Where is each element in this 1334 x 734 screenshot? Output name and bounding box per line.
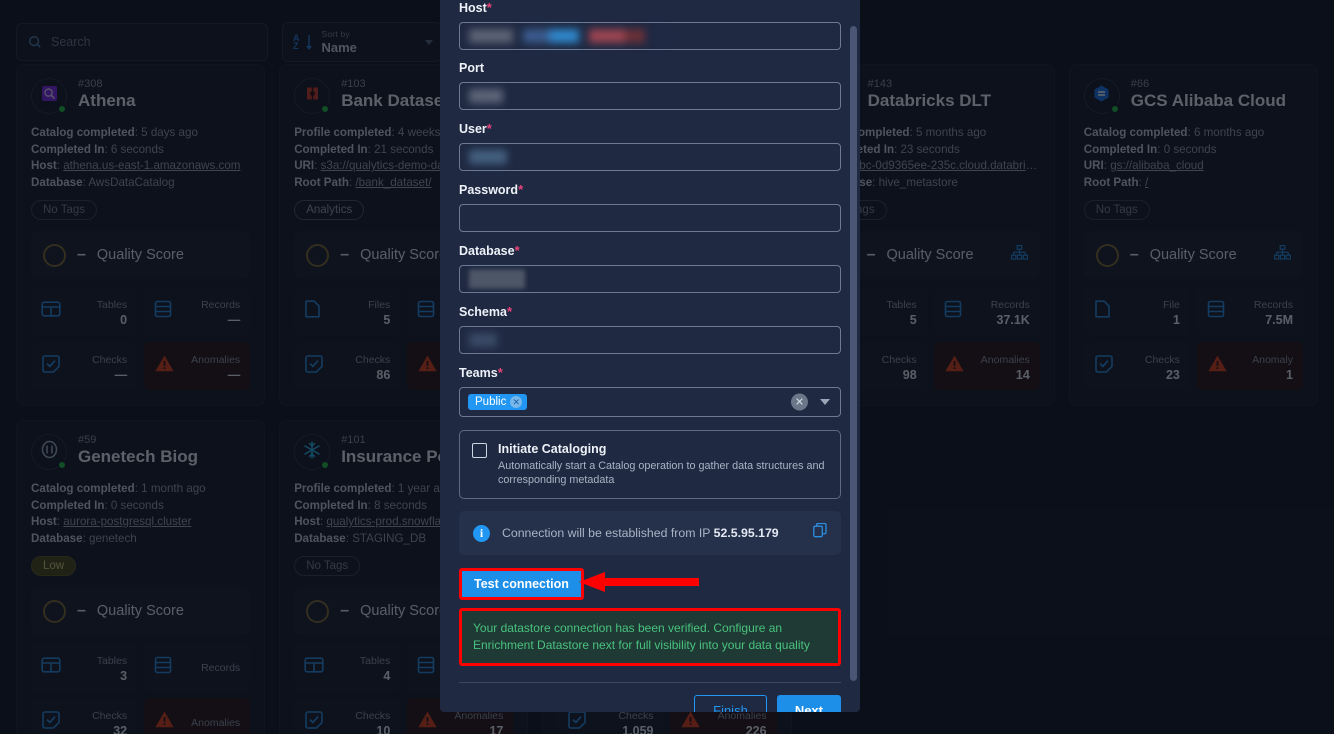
team-chip-public[interactable]: Public ✕	[468, 394, 528, 410]
ip-address: 52.5.95.179	[713, 526, 779, 540]
ip-notice-text: Connection will be established from IP 5…	[502, 526, 779, 540]
modal-scrollbar[interactable]	[850, 26, 857, 681]
modal-scroll-body: Host* Port User* Password* Database* Sch…	[440, 0, 860, 712]
host-label: Host*	[459, 0, 492, 15]
app-root: Search AZ Sort by Name	[0, 0, 1334, 734]
port-input[interactable]	[459, 82, 841, 110]
required-marker: *	[497, 365, 503, 380]
schema-label: Schema*	[459, 304, 513, 319]
user-label: User*	[459, 121, 492, 136]
password-label: Password*	[459, 182, 524, 197]
team-chip-label: Public	[475, 396, 507, 408]
next-button[interactable]: Next	[776, 695, 841, 712]
required-marker: *	[486, 0, 492, 15]
required-marker: *	[506, 304, 513, 319]
ip-notice-banner: i Connection will be established from IP…	[459, 511, 841, 555]
schema-value-masked	[469, 333, 497, 347]
remove-chip-icon[interactable]: ✕	[510, 396, 523, 408]
schema-input[interactable]	[459, 326, 841, 354]
connection-success-banner: Your datastore connection has been verif…	[459, 608, 841, 666]
required-marker: *	[518, 182, 524, 197]
initiate-cataloging-option[interactable]: Initiate Cataloging Automatically start …	[459, 430, 841, 499]
modal-footer: Finish Next	[459, 695, 841, 712]
field-database: Database*	[459, 243, 841, 293]
host-input[interactable]	[459, 22, 841, 50]
connection-success-message: Your datastore connection has been verif…	[473, 621, 810, 652]
user-input[interactable]	[459, 143, 841, 171]
field-schema: Schema*	[459, 304, 841, 354]
field-user: User*	[459, 121, 841, 171]
database-label: Database*	[459, 243, 520, 258]
required-marker: *	[514, 243, 520, 258]
clear-all-icon[interactable]: ✕	[791, 393, 808, 411]
test-connection-area: Test connection	[459, 568, 841, 600]
copy-icon[interactable]	[813, 522, 827, 543]
info-icon: i	[473, 524, 490, 542]
port-value-masked	[469, 89, 503, 103]
teams-select[interactable]: Public ✕ ✕	[459, 387, 841, 417]
host-value-masked	[469, 29, 669, 43]
footer-divider	[459, 682, 841, 683]
field-teams: Teams* Public ✕ ✕	[459, 365, 841, 417]
port-label: Port	[459, 61, 484, 75]
field-port: Port	[459, 61, 841, 110]
field-host: Host*	[459, 0, 841, 50]
teams-label: Teams*	[459, 365, 503, 380]
test-connection-button[interactable]: Test connection	[459, 568, 584, 600]
initiate-cataloging-checkbox[interactable]	[472, 443, 487, 458]
required-marker: *	[486, 121, 492, 136]
password-input[interactable]	[459, 204, 841, 232]
initiate-cataloging-title: Initiate Cataloging	[498, 442, 607, 456]
initiate-cataloging-description: Automatically start a Catalog operation …	[498, 460, 825, 486]
database-input[interactable]	[459, 265, 841, 293]
database-value-masked	[469, 269, 525, 289]
user-value-masked	[469, 150, 507, 164]
annotation-arrow-icon	[579, 572, 699, 592]
finish-button[interactable]: Finish	[694, 695, 767, 712]
field-password: Password*	[459, 182, 841, 232]
chevron-down-icon[interactable]	[820, 399, 830, 405]
datastore-connection-modal: Host* Port User* Password* Database* Sch…	[440, 0, 860, 712]
